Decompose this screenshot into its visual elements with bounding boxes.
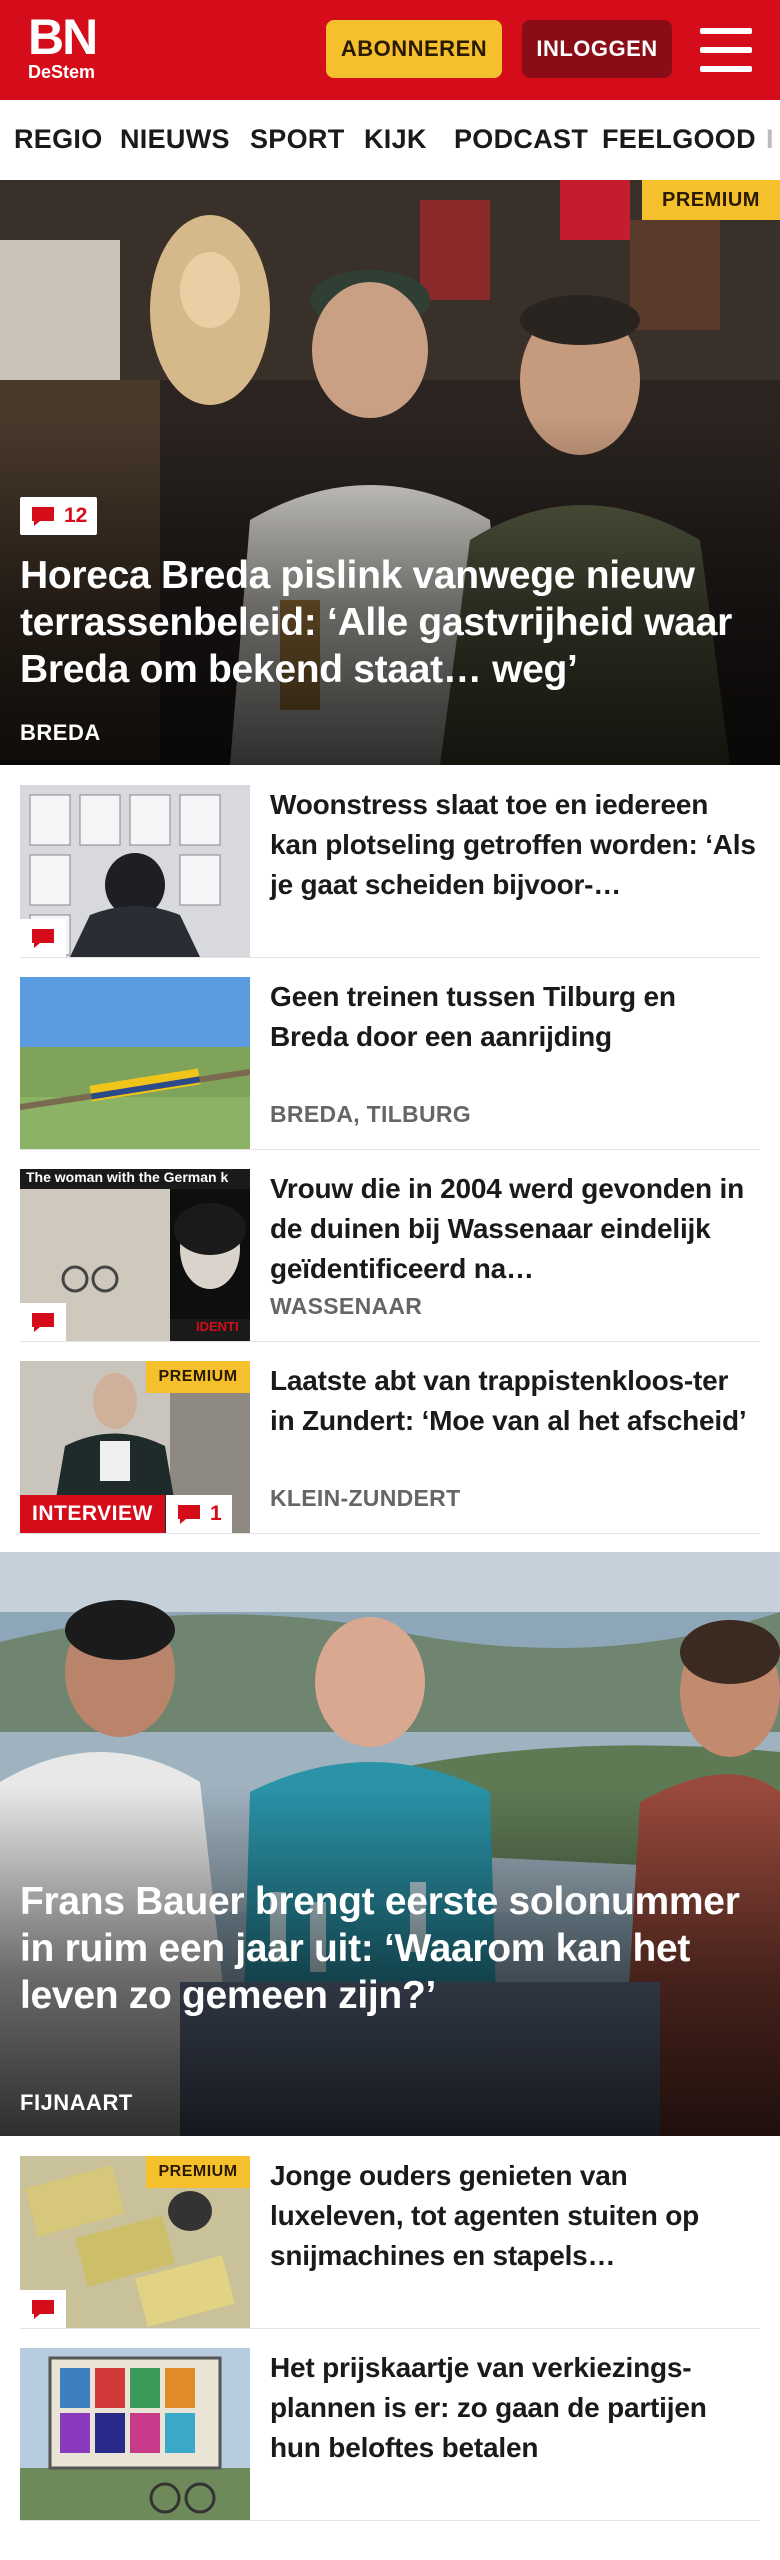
comment-icon [20, 919, 66, 957]
hero-location: BREDA [20, 720, 101, 745]
list-item[interactable]: Het prijskaartje van verkiezings-plannen… [20, 2348, 760, 2521]
hamburger-menu-icon[interactable] [700, 28, 752, 72]
comment-icon [178, 1505, 200, 1524]
subscribe-button[interactable]: ABONNEREN [326, 20, 502, 78]
list-item[interactable]: Woonstress slaat toe en iedereen kan plo… [20, 785, 760, 958]
premium-badge: PREMIUM [642, 180, 780, 220]
article-thumbnail [20, 2348, 250, 2520]
comment-count: 1 [210, 1502, 222, 1525]
list-item[interactable]: PREMIUM INTERVIEW 1 Laatste abt van trap… [20, 1361, 760, 1534]
article-location: BREDA, TILBURG [270, 1101, 471, 1127]
premium-badge: PREMIUM [146, 1361, 250, 1393]
nav-item-feelgood[interactable]: FEELGOOD [602, 124, 756, 155]
nav-item-regio[interactable]: REGIO [14, 124, 103, 155]
section-nav: REGIO NIEUWS SPORT KIJK PODCAST FEELGOOD… [0, 100, 780, 181]
comment-count-badge[interactable]: 1 [166, 1495, 232, 1533]
article-title[interactable]: Het prijskaartje van verkiezings-plannen… [270, 2348, 760, 2468]
logo-sub: DeStem [28, 62, 96, 82]
comment-icon [32, 507, 54, 526]
list-item[interactable]: Geen treinen tussen Tilburg en Breda doo… [20, 977, 760, 1150]
article-title[interactable]: Vrouw die in 2004 werd gevonden in de du… [270, 1169, 760, 1289]
article-title[interactable]: Geen treinen tussen Tilburg en Breda doo… [270, 977, 760, 1057]
hero-title[interactable]: Horeca Breda pislink vanwege nieuw terra… [20, 552, 760, 693]
article-thumbnail [20, 977, 250, 1149]
comment-icon [20, 1303, 66, 1341]
site-logo[interactable]: BN DeStem [28, 12, 118, 88]
interview-badge: INTERVIEW [20, 1495, 165, 1533]
nav-item-sport[interactable]: SPORT [250, 124, 345, 155]
thumb-caption-2: IDENTI [196, 1319, 239, 1334]
comment-icon [20, 2290, 66, 2328]
article-title[interactable]: Woonstress slaat toe en iedereen kan plo… [270, 785, 760, 905]
comment-count: 12 [64, 504, 88, 527]
article-location: KLEIN-ZUNDERT [270, 1485, 461, 1511]
nav-item-nieuws[interactable]: NIEUWS [120, 124, 230, 155]
comment-count-badge[interactable]: 12 [20, 497, 98, 535]
article-thumbnail: The woman with the German k IDENTI [20, 1169, 250, 1341]
hero-article-frans-bauer[interactable]: Frans Bauer brengt eerste solonummer in … [0, 1552, 780, 2136]
nav-item-podcast[interactable]: PODCAST [454, 124, 588, 155]
premium-badge: PREMIUM [146, 2156, 250, 2188]
article-thumbnail [20, 785, 250, 957]
nav-item-overflow: I [766, 124, 774, 154]
article-thumbnail: PREMIUM [20, 2156, 250, 2328]
nav-item-kijk[interactable]: KIJK [364, 124, 427, 155]
list-item[interactable]: The woman with the German k IDENTI Vrouw… [20, 1169, 760, 1342]
thumb-caption: The woman with the German k [26, 1169, 229, 1185]
logo-main: BN [28, 9, 98, 65]
article-title[interactable]: Jonge ouders genieten van luxeleven, tot… [270, 2156, 760, 2276]
list-item[interactable]: PREMIUM Jonge ouders genieten van luxele… [20, 2156, 760, 2329]
hero-title[interactable]: Frans Bauer brengt eerste solonummer in … [20, 1878, 760, 2019]
login-button[interactable]: INLOGGEN [522, 20, 672, 78]
article-thumbnail: PREMIUM INTERVIEW 1 [20, 1361, 250, 1533]
article-location: WASSENAAR [270, 1293, 423, 1319]
hero-article-terrassen[interactable]: PREMIUM 12 Horeca Breda pislink vanwege … [0, 180, 780, 765]
article-title[interactable]: Laatste abt van trappistenkloos-ter in Z… [270, 1361, 760, 1441]
hero-location: FIJNAART [20, 2090, 133, 2115]
site-header: BN DeStem ABONNEREN INLOGGEN [0, 0, 780, 100]
